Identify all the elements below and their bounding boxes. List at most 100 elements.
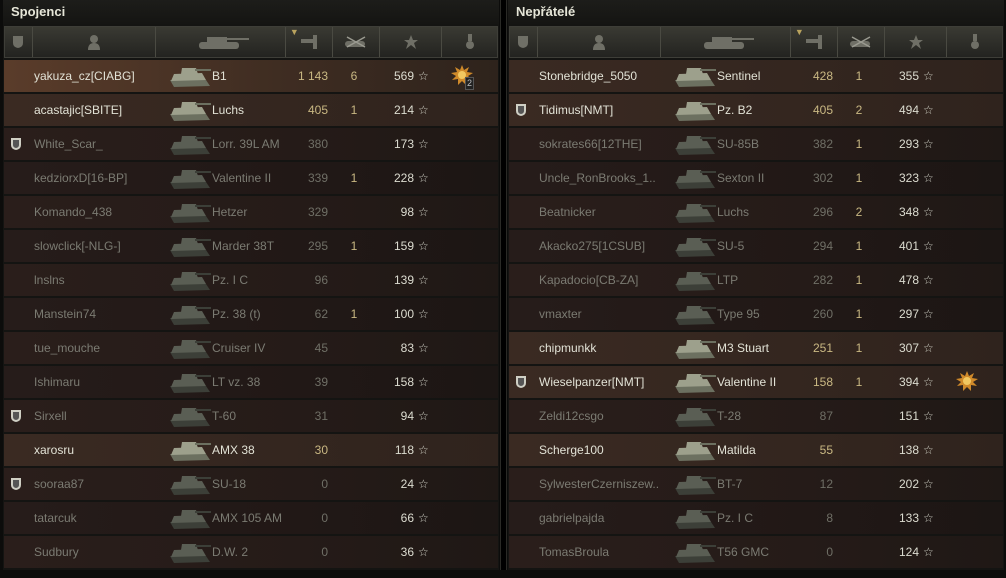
tank-column-header[interactable] [661, 27, 791, 57]
player-name[interactable]: TomasBroula [539, 536, 674, 568]
platoon-column-header[interactable] [5, 27, 33, 57]
player-name[interactable]: Scherge100 [539, 434, 674, 466]
player-name[interactable]: Stonebridge_5050 [539, 60, 674, 92]
player-row[interactable]: gabrielpajda Pz. I C 8 133 ☆ [509, 502, 1003, 534]
player-name[interactable]: chipmunkk [539, 332, 674, 364]
player-name[interactable]: acastajic[SBITE] [34, 94, 169, 126]
player-name[interactable]: Sirxell [34, 400, 169, 432]
frags-value: 1 [855, 69, 863, 83]
player-column-header[interactable] [538, 27, 662, 57]
player-row[interactable]: Scherge100 Matilda 55 138 ☆ [509, 434, 1003, 466]
player-name[interactable]: Sudbury [34, 536, 169, 568]
player-name[interactable]: xarosru [34, 434, 169, 466]
damage-value: 87 [819, 409, 833, 423]
player-row[interactable]: xarosru AMX 38 30 118 ☆ [4, 434, 498, 466]
damage-icon [805, 35, 822, 49]
player-name[interactable]: Akacko275[1CSUB] [539, 230, 674, 262]
player-name[interactable]: Beatnicker [539, 196, 674, 228]
player-name[interactable]: slowclick[-NLG-] [34, 230, 169, 262]
player-row[interactable]: Tidimus[NMT] Pz. B2 405 2 494 ☆ [509, 94, 1003, 126]
player-name[interactable]: sokrates66[12THE] [539, 128, 674, 160]
platoon-column-header[interactable] [510, 27, 538, 57]
star-icon: ☆ [923, 103, 934, 117]
player-name[interactable]: gabrielpajda [539, 502, 674, 534]
player-name[interactable]: vmaxter [539, 298, 674, 330]
tank-icon [671, 470, 717, 498]
player-name[interactable]: Kapadocio[CB-ZA] [539, 264, 674, 296]
xp-value: 293 [898, 137, 919, 151]
player-row[interactable]: Zeldi12csgo T-28 87 151 ☆ [509, 400, 1003, 432]
frags-column-header[interactable] [838, 27, 886, 57]
player-name[interactable]: sooraa87 [34, 468, 169, 500]
tank-icon [671, 232, 717, 260]
frags-column-header[interactable] [333, 27, 381, 57]
xp-value: 24 [400, 477, 414, 491]
xp-column-header[interactable] [885, 27, 948, 57]
player-row[interactable]: kedziorxD[16-BP] Valentine II 339 1 228 ☆ [4, 162, 498, 194]
player-name[interactable]: Manstein74 [34, 298, 169, 330]
medal-icon[interactable] [955, 370, 981, 394]
player-row[interactable]: tatarcuk AMX 105 AM 0 66 ☆ [4, 502, 498, 534]
player-name[interactable]: White_Scar_ [34, 128, 169, 160]
medal-column-header[interactable] [947, 27, 1002, 57]
medal-icon[interactable]: 2 [450, 64, 476, 90]
player-row[interactable]: Sudbury D.W. 2 0 36 ☆ [4, 536, 498, 568]
frags-value: 1 [350, 171, 358, 185]
player-name[interactable]: Wieselpanzer[NMT] [539, 366, 674, 398]
frags-value [334, 400, 374, 432]
player-row[interactable]: Sirxell T-60 31 94 ☆ [4, 400, 498, 432]
player-name[interactable]: Zeldi12csgo [539, 400, 674, 432]
player-row[interactable]: yakuza_cz[CIABG] B1 1 143 6 569 ☆ 2 [4, 60, 498, 92]
damage-column-header[interactable]: ▼ [286, 27, 333, 57]
player-row[interactable]: lnslns Pz. I C 96 139 ☆ [4, 264, 498, 296]
player-row[interactable]: Beatnicker Luchs 296 2 348 ☆ [509, 196, 1003, 228]
player-row[interactable]: sooraa87 SU-18 0 24 ☆ [4, 468, 498, 500]
player-name[interactable]: Ishimaru [34, 366, 169, 398]
player-row[interactable]: chipmunkk M3 Stuart 251 1 307 ☆ [509, 332, 1003, 364]
player-name[interactable]: SylwesterCzerniszew.. [539, 468, 674, 500]
enemies-list: Stonebridge_5050 Sentinel 428 1 355 ☆ Tidimus[… [509, 60, 1003, 568]
player-row[interactable]: Uncle_RonBrooks_1.. Sexton II 302 1 323 ☆ [509, 162, 1003, 194]
xp-value: 173 [393, 137, 414, 151]
damage-value: 339 [307, 171, 328, 185]
tank-icon [671, 130, 717, 158]
tank-column-header[interactable] [156, 27, 286, 57]
player-name[interactable]: tatarcuk [34, 502, 169, 534]
xp-value: 214 [393, 103, 414, 117]
player-name[interactable]: lnslns [34, 264, 169, 296]
player-row[interactable]: SylwesterCzerniszew.. BT-7 12 202 ☆ [509, 468, 1003, 500]
player-row[interactable]: acastajic[SBITE] Luchs 405 1 214 ☆ [4, 94, 498, 126]
damage-value: 260 [812, 307, 833, 321]
medal-column-header[interactable] [442, 27, 497, 57]
player-row[interactable]: TomasBroula T56 GMC 0 124 ☆ [509, 536, 1003, 568]
player-row[interactable]: tue_mouche Cruiser IV 45 83 ☆ [4, 332, 498, 364]
player-row[interactable]: Komando_438 Hetzer 329 98 ☆ [4, 196, 498, 228]
xp-column-header[interactable] [380, 27, 443, 57]
damage-column-header[interactable]: ▼ [791, 27, 838, 57]
player-column-header[interactable] [33, 27, 157, 57]
xp-value: 66 [400, 511, 414, 525]
player-name[interactable]: yakuza_cz[CIABG] [34, 60, 169, 92]
player-name[interactable]: kedziorxD[16-BP] [34, 162, 169, 194]
tank-icon [166, 368, 212, 396]
player-row[interactable]: slowclick[-NLG-] Marder 38T 295 1 159 ☆ [4, 230, 498, 262]
player-row[interactable]: Manstein74 Pz. 38 (t) 62 1 100 ☆ [4, 298, 498, 330]
player-row[interactable]: White_Scar_ Lorr. 39L AM 380 173 ☆ [4, 128, 498, 160]
player-name[interactable]: Uncle_RonBrooks_1.. [539, 162, 674, 194]
allies-title: Spojenci [3, 0, 499, 26]
player-name[interactable]: Komando_438 [34, 196, 169, 228]
player-row[interactable]: Wieselpanzer[NMT] Valentine II 158 1 394 ☆ [509, 366, 1003, 398]
player-row[interactable]: sokrates66[12THE] SU-85B 382 1 293 ☆ [509, 128, 1003, 160]
player-row[interactable]: Ishimaru LT vz. 38 39 158 ☆ [4, 366, 498, 398]
xp-value: 394 [898, 375, 919, 389]
player-row[interactable]: Akacko275[1CSUB] SU-5 294 1 401 ☆ [509, 230, 1003, 262]
player-row[interactable]: Stonebridge_5050 Sentinel 428 1 355 ☆ [509, 60, 1003, 92]
player-row[interactable]: Kapadocio[CB-ZA] LTP 282 1 478 ☆ [509, 264, 1003, 296]
platoon-shield-icon [516, 376, 526, 388]
player-name[interactable]: Tidimus[NMT] [539, 94, 674, 126]
damage-value: 294 [812, 239, 833, 253]
player-name[interactable]: tue_mouche [34, 332, 169, 364]
player-row[interactable]: vmaxter Type 95 260 1 297 ☆ [509, 298, 1003, 330]
xp-value: 478 [898, 273, 919, 287]
tank-icon [166, 300, 212, 328]
